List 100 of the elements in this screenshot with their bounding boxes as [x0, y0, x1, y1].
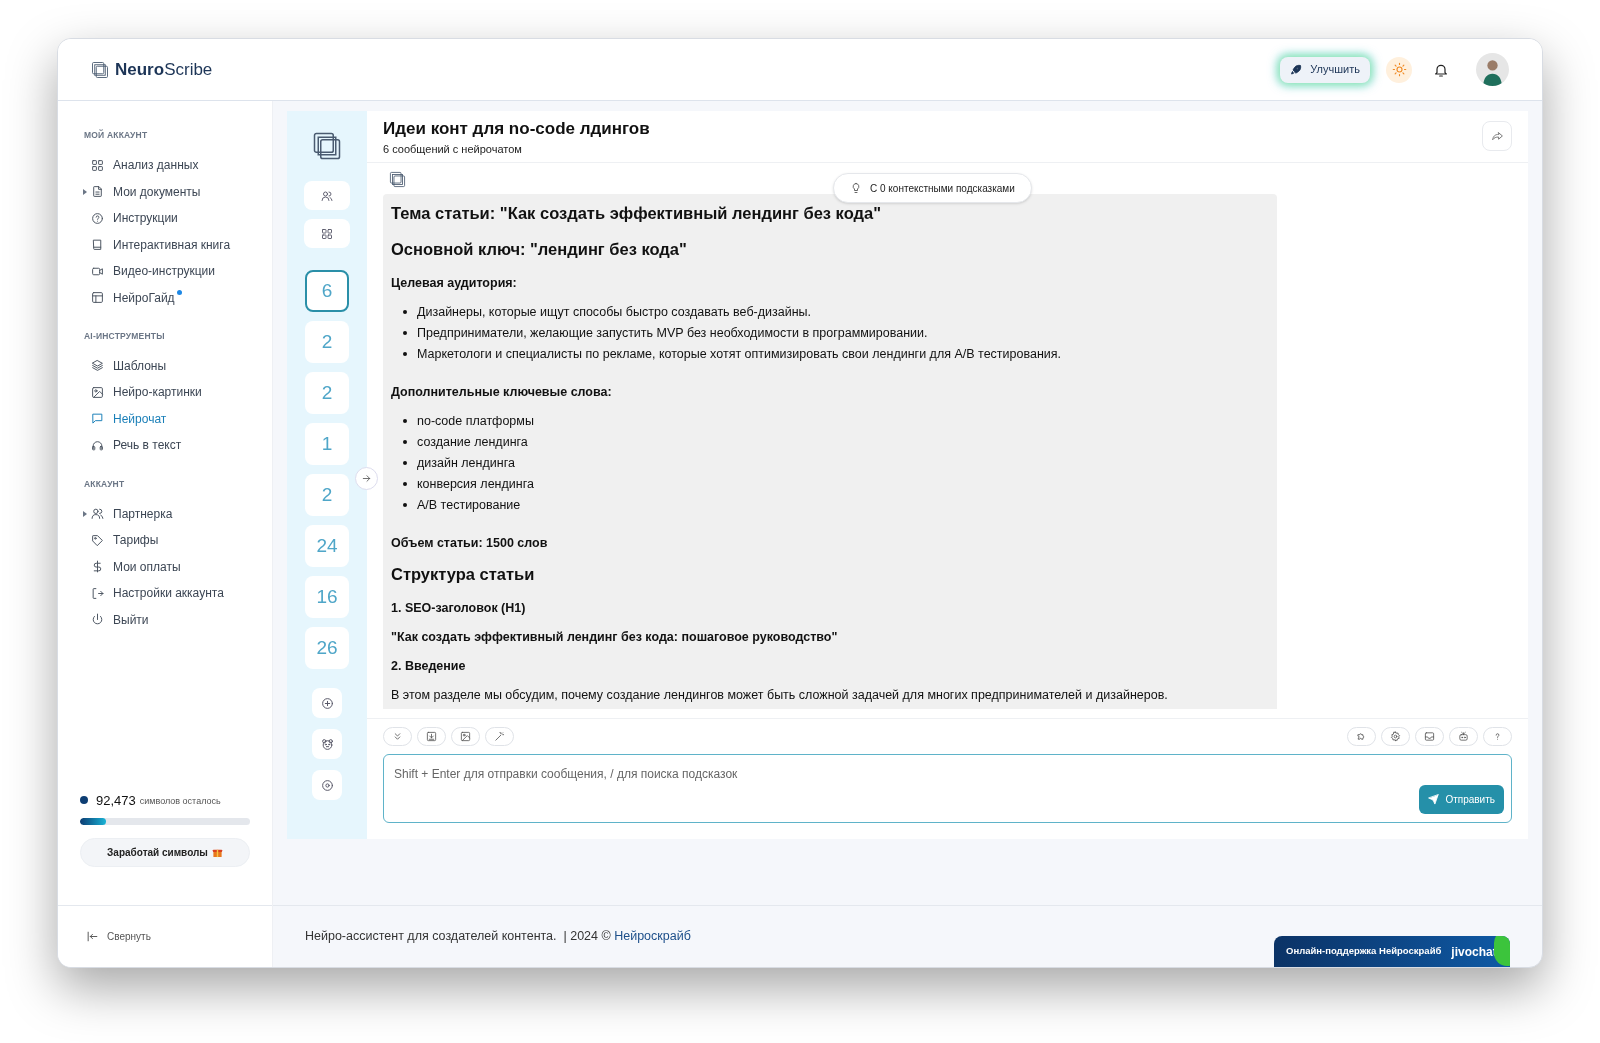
robot-icon: [1458, 731, 1469, 742]
document-icon: [91, 185, 104, 198]
message-heading: Структура статьи: [391, 564, 536, 585]
rail-button[interactable]: [312, 688, 342, 718]
logo-icon: [312, 131, 342, 161]
app-logo-text: NeuroScribe: [115, 58, 213, 81]
share-icon: [1490, 129, 1504, 143]
download-icon: [426, 731, 437, 742]
grid-icon: [321, 227, 333, 240]
rail-button[interactable]: [304, 181, 350, 210]
collapse-button[interactable]: Свернуть: [86, 929, 151, 944]
image-icon: [91, 385, 104, 399]
rail-button[interactable]: [312, 770, 342, 800]
theme-toggle[interactable]: [1386, 56, 1412, 83]
table-icon: [91, 291, 104, 304]
bullet-icon: [403, 419, 407, 423]
list-item: конверсия лендинга: [417, 476, 534, 493]
bullet-icon: [403, 482, 407, 486]
context-hints-chip[interactable]: С 0 контекстными подсказками: [833, 173, 1032, 203]
bullet-icon: [403, 310, 407, 314]
layers-icon: [91, 359, 104, 373]
list-item: создание лендинга: [417, 434, 528, 451]
credits-caption: символов осталось: [139, 794, 221, 808]
help-icon: [91, 211, 104, 225]
expand-caret-icon[interactable]: [83, 188, 87, 195]
sidebar-item[interactable]: Интерактивная книга: [84, 231, 246, 258]
bot-avatar-icon: [389, 171, 406, 188]
section-heading: МОЙ АККАУНТ: [84, 129, 149, 142]
message-label: 1. SEO-заголовок (H1): [391, 600, 527, 617]
sidebar-item[interactable]: Шаблоны: [84, 352, 246, 379]
sidebar-item[interactable]: Партнерка: [84, 500, 246, 527]
send-icon: [1428, 794, 1440, 805]
users-icon: [321, 189, 333, 202]
bullet-icon: [403, 352, 407, 356]
list-item: no-code платформы: [417, 413, 534, 430]
rail-button[interactable]: [304, 219, 350, 248]
message-label: Дополнительные ключевые слова:: [391, 384, 613, 401]
message-heading: Тема статьи: "Как создать эффективный лендинг без кода": [391, 203, 882, 224]
upgrade-button[interactable]: Улучшить: [1280, 56, 1370, 83]
user-avatar[interactable]: [1476, 53, 1509, 86]
sidebar-item[interactable]: Тарифы: [84, 526, 246, 554]
sidebar-item[interactable]: Анализ данных: [84, 151, 246, 179]
message-label: 2. Введение: [391, 658, 467, 675]
footer-text: Нейро-ассистент для создателей контента. | 2024 © Нейроскрайб: [305, 928, 691, 946]
sidebar-item[interactable]: Мои документы: [84, 178, 246, 205]
list-item: Предприниматели, желающие запустить MVP без необходимости в программировании.: [417, 325, 928, 342]
rocket-icon: [1290, 63, 1303, 76]
message-label: Целевая аудитория:: [391, 275, 518, 292]
add-circle-icon: [320, 696, 334, 710]
logout-icon: [91, 586, 104, 600]
sun-icon: [1391, 62, 1407, 77]
message-label: "Как создать эффективный лендинг без кода: пошаговое руководство": [391, 629, 839, 646]
puzzle-icon: [1356, 731, 1367, 742]
headphones-icon: [91, 438, 104, 452]
grid-icon: [91, 158, 104, 172]
sidebar-item[interactable]: Нейрочат: [84, 405, 246, 432]
sidebar-item[interactable]: Мои оплаты: [84, 553, 246, 580]
tag-icon: [91, 533, 104, 547]
sidebar-item[interactable]: Речь в текст: [84, 432, 246, 459]
chat-subtitle: 6 сообщений с нейрочатом: [383, 142, 523, 157]
sidebar-item[interactable]: НейроГайд: [84, 284, 246, 311]
lightbulb-icon: [850, 182, 862, 194]
footer-link[interactable]: Нейроскрайб: [614, 929, 691, 944]
logo-icon: [91, 60, 109, 79]
credits-amount: 92,473: [96, 791, 136, 810]
chat-title: Идеи конт для no-code лдингов: [383, 119, 650, 139]
dollar-icon: [91, 560, 104, 573]
list-item: А/В тестирование: [417, 497, 521, 514]
sidebar-item[interactable]: Инструкции: [84, 204, 246, 232]
list-item: Дизайнеры, которые ищут способы быстро создавать веб-дизайны.: [417, 304, 812, 321]
earn-credits-button[interactable]: Заработай символы: [80, 838, 250, 867]
sidebar-item[interactable]: Нейро-картинки: [84, 379, 246, 406]
image-icon: [460, 731, 471, 742]
support-label: Онлайн-поддержка Нейроскрайб: [1286, 944, 1442, 959]
bullet-icon: [403, 503, 407, 507]
sidebar-item[interactable]: Видео-инструкции: [84, 257, 246, 285]
sidebar-item[interactable]: Настройки аккаунта: [84, 579, 246, 607]
message-heading: Основной ключ: "лендинг без кода": [391, 239, 688, 260]
arrow-right-icon: [361, 473, 372, 484]
book-icon: [91, 238, 104, 251]
users-icon: [91, 507, 104, 520]
bear-face-icon: [320, 737, 334, 751]
power-icon: [91, 613, 104, 626]
rail-button[interactable]: [312, 729, 342, 759]
send-button[interactable]: Отправить: [1419, 785, 1504, 814]
inbox-icon: [1424, 731, 1435, 742]
expand-caret-icon[interactable]: [83, 510, 87, 517]
bullet-icon: [403, 331, 407, 335]
collapse-icon: [86, 930, 99, 943]
message-paragraph: В этом разделе мы обсудим, почему создание лендингов может быть сложной задачей для многих предпринимателей и дизайнеров.: [391, 687, 1169, 704]
list-item: Маркетологи и специалисты по рекламе, которые хотят оптимизировать свои лендинги для А/В тестирования.: [417, 346, 1062, 363]
message-composer[interactable]: Shift + Enter для отправки сообщения, / для поиска подсказок Отправить: [383, 754, 1512, 823]
bullet-icon: [403, 440, 407, 444]
bullet-icon: [403, 461, 407, 465]
gift-icon: [211, 847, 223, 858]
settings-icon: [1390, 731, 1401, 742]
sidebar-item[interactable]: Выйти: [84, 606, 246, 633]
section-heading: AI-ИНСТРУМЕНТЫ: [84, 329, 166, 343]
chat-bubble-icon: [91, 412, 104, 426]
share-button[interactable]: [1482, 121, 1512, 151]
